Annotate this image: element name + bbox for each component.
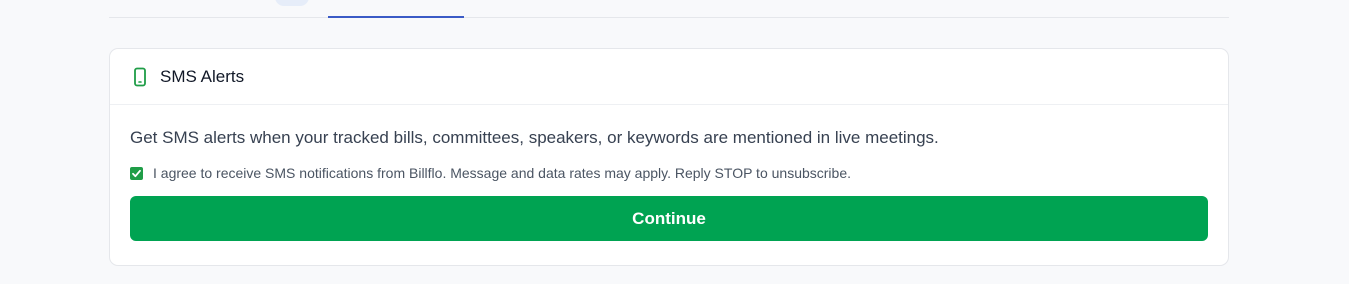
phone-icon bbox=[131, 67, 149, 87]
card-body: Get SMS alerts when your tracked bills, … bbox=[110, 105, 1228, 241]
consent-label: I agree to receive SMS notifications fro… bbox=[153, 165, 852, 181]
check-icon bbox=[132, 169, 141, 177]
tab-badge-partial bbox=[275, 0, 309, 6]
tab-active[interactable] bbox=[328, 0, 464, 18]
card-title: SMS Alerts bbox=[160, 66, 245, 86]
consent-checkbox[interactable] bbox=[130, 166, 143, 180]
card-header: SMS Alerts bbox=[110, 49, 1228, 105]
tab-active-underline bbox=[328, 16, 464, 18]
sms-description: Get SMS alerts when your tracked bills, … bbox=[130, 128, 939, 147]
sms-alerts-card: SMS Alerts Get SMS alerts when your trac… bbox=[109, 48, 1229, 266]
consent-row: I agree to receive SMS notifications fro… bbox=[130, 165, 1208, 181]
continue-button[interactable]: Continue bbox=[130, 196, 1208, 241]
tab-bar bbox=[109, 0, 1229, 18]
